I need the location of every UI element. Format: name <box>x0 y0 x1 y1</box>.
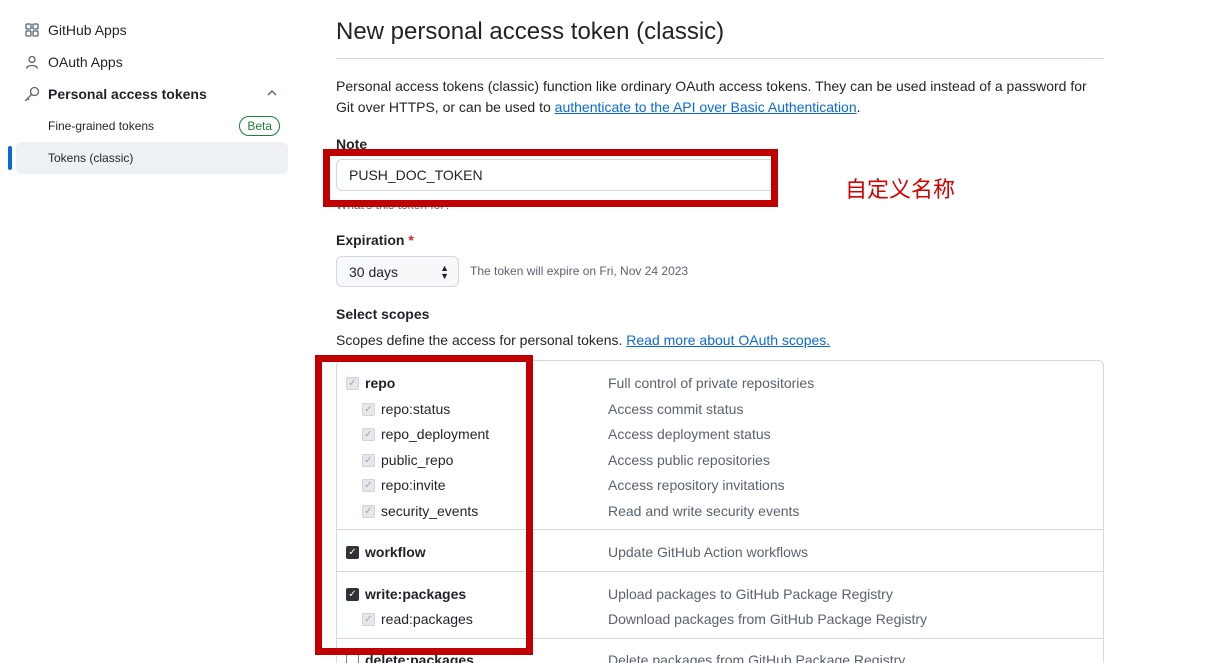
page-description: Personal access tokens (classic) functio… <box>336 76 1104 118</box>
key-icon <box>24 86 40 102</box>
beta-badge: Beta <box>239 116 280 136</box>
scope-description: Update GitHub Action workflows <box>608 544 808 560</box>
sidebar-item-label: Personal access tokens <box>48 86 207 102</box>
scopes-description: Scopes define the access for personal to… <box>336 332 830 348</box>
scope-description: Access public repositories <box>608 452 770 468</box>
sidebar-item-label: Tokens (classic) <box>48 151 134 165</box>
scopes-description-text: Scopes define the access for personal to… <box>336 332 627 348</box>
sidebar-item-personal-access-tokens[interactable]: Personal access tokens <box>16 78 288 110</box>
scope-description: Delete packages from GitHub Package Regi… <box>608 652 906 663</box>
sidebar-item-label: Fine-grained tokens <box>48 119 155 133</box>
scope-description: Access commit status <box>608 401 744 417</box>
annotation-label: 自定义名称 <box>845 178 956 203</box>
sidebar-item-github-apps[interactable]: GitHub Apps <box>16 14 288 46</box>
expiration-selected-value: 30 days <box>349 263 399 280</box>
sidebar-item-label: OAuth Apps <box>48 54 123 70</box>
sidebar-item-fine-grained-tokens[interactable]: Fine-grained tokens Beta <box>16 110 288 142</box>
expiration-label: Expiration * <box>336 232 414 248</box>
expiration-label-text: Expiration <box>336 232 405 248</box>
scope-description: Access repository invitations <box>608 477 785 493</box>
select-arrows-icon: ▲ ▼ <box>440 263 449 281</box>
expiration-select[interactable]: 30 days ▲ ▼ <box>336 256 459 287</box>
scope-checkbox[interactable] <box>346 654 359 663</box>
title-divider <box>336 58 1104 59</box>
oauth-scopes-link[interactable]: Read more about OAuth scopes. <box>626 332 830 348</box>
page-title: New personal access token (classic) <box>336 18 725 45</box>
select-scopes-heading: Select scopes <box>336 306 430 322</box>
required-mark: * <box>408 232 414 248</box>
scopes-highlight-box <box>315 355 533 655</box>
description-suffix: . <box>856 99 861 115</box>
basic-auth-link[interactable]: authenticate to the API over Basic Authe… <box>555 99 857 115</box>
scope-description: Read and write security events <box>608 503 800 519</box>
apps-grid-icon <box>24 22 40 38</box>
active-indicator <box>8 146 12 170</box>
token-settings-page: GitHub Apps OAuth Apps Personal access t… <box>0 0 1232 663</box>
sidebar-item-label: GitHub Apps <box>48 22 127 38</box>
note-highlight-box <box>323 149 778 207</box>
scope-description: Full control of private repositories <box>608 375 815 391</box>
sidebar-item-tokens-classic[interactable]: Tokens (classic) <box>16 142 288 174</box>
scope-description: Download packages from GitHub Package Re… <box>608 611 928 627</box>
sidebar-item-oauth-apps[interactable]: OAuth Apps <box>16 46 288 78</box>
scope-description: Upload packages to GitHub Package Regist… <box>608 586 893 602</box>
chevron-up-icon[interactable] <box>266 86 278 102</box>
scope-description: Access deployment status <box>608 426 771 442</box>
expiration-note: The token will expire on Fri, Nov 24 202… <box>470 264 689 278</box>
person-icon <box>24 54 40 70</box>
